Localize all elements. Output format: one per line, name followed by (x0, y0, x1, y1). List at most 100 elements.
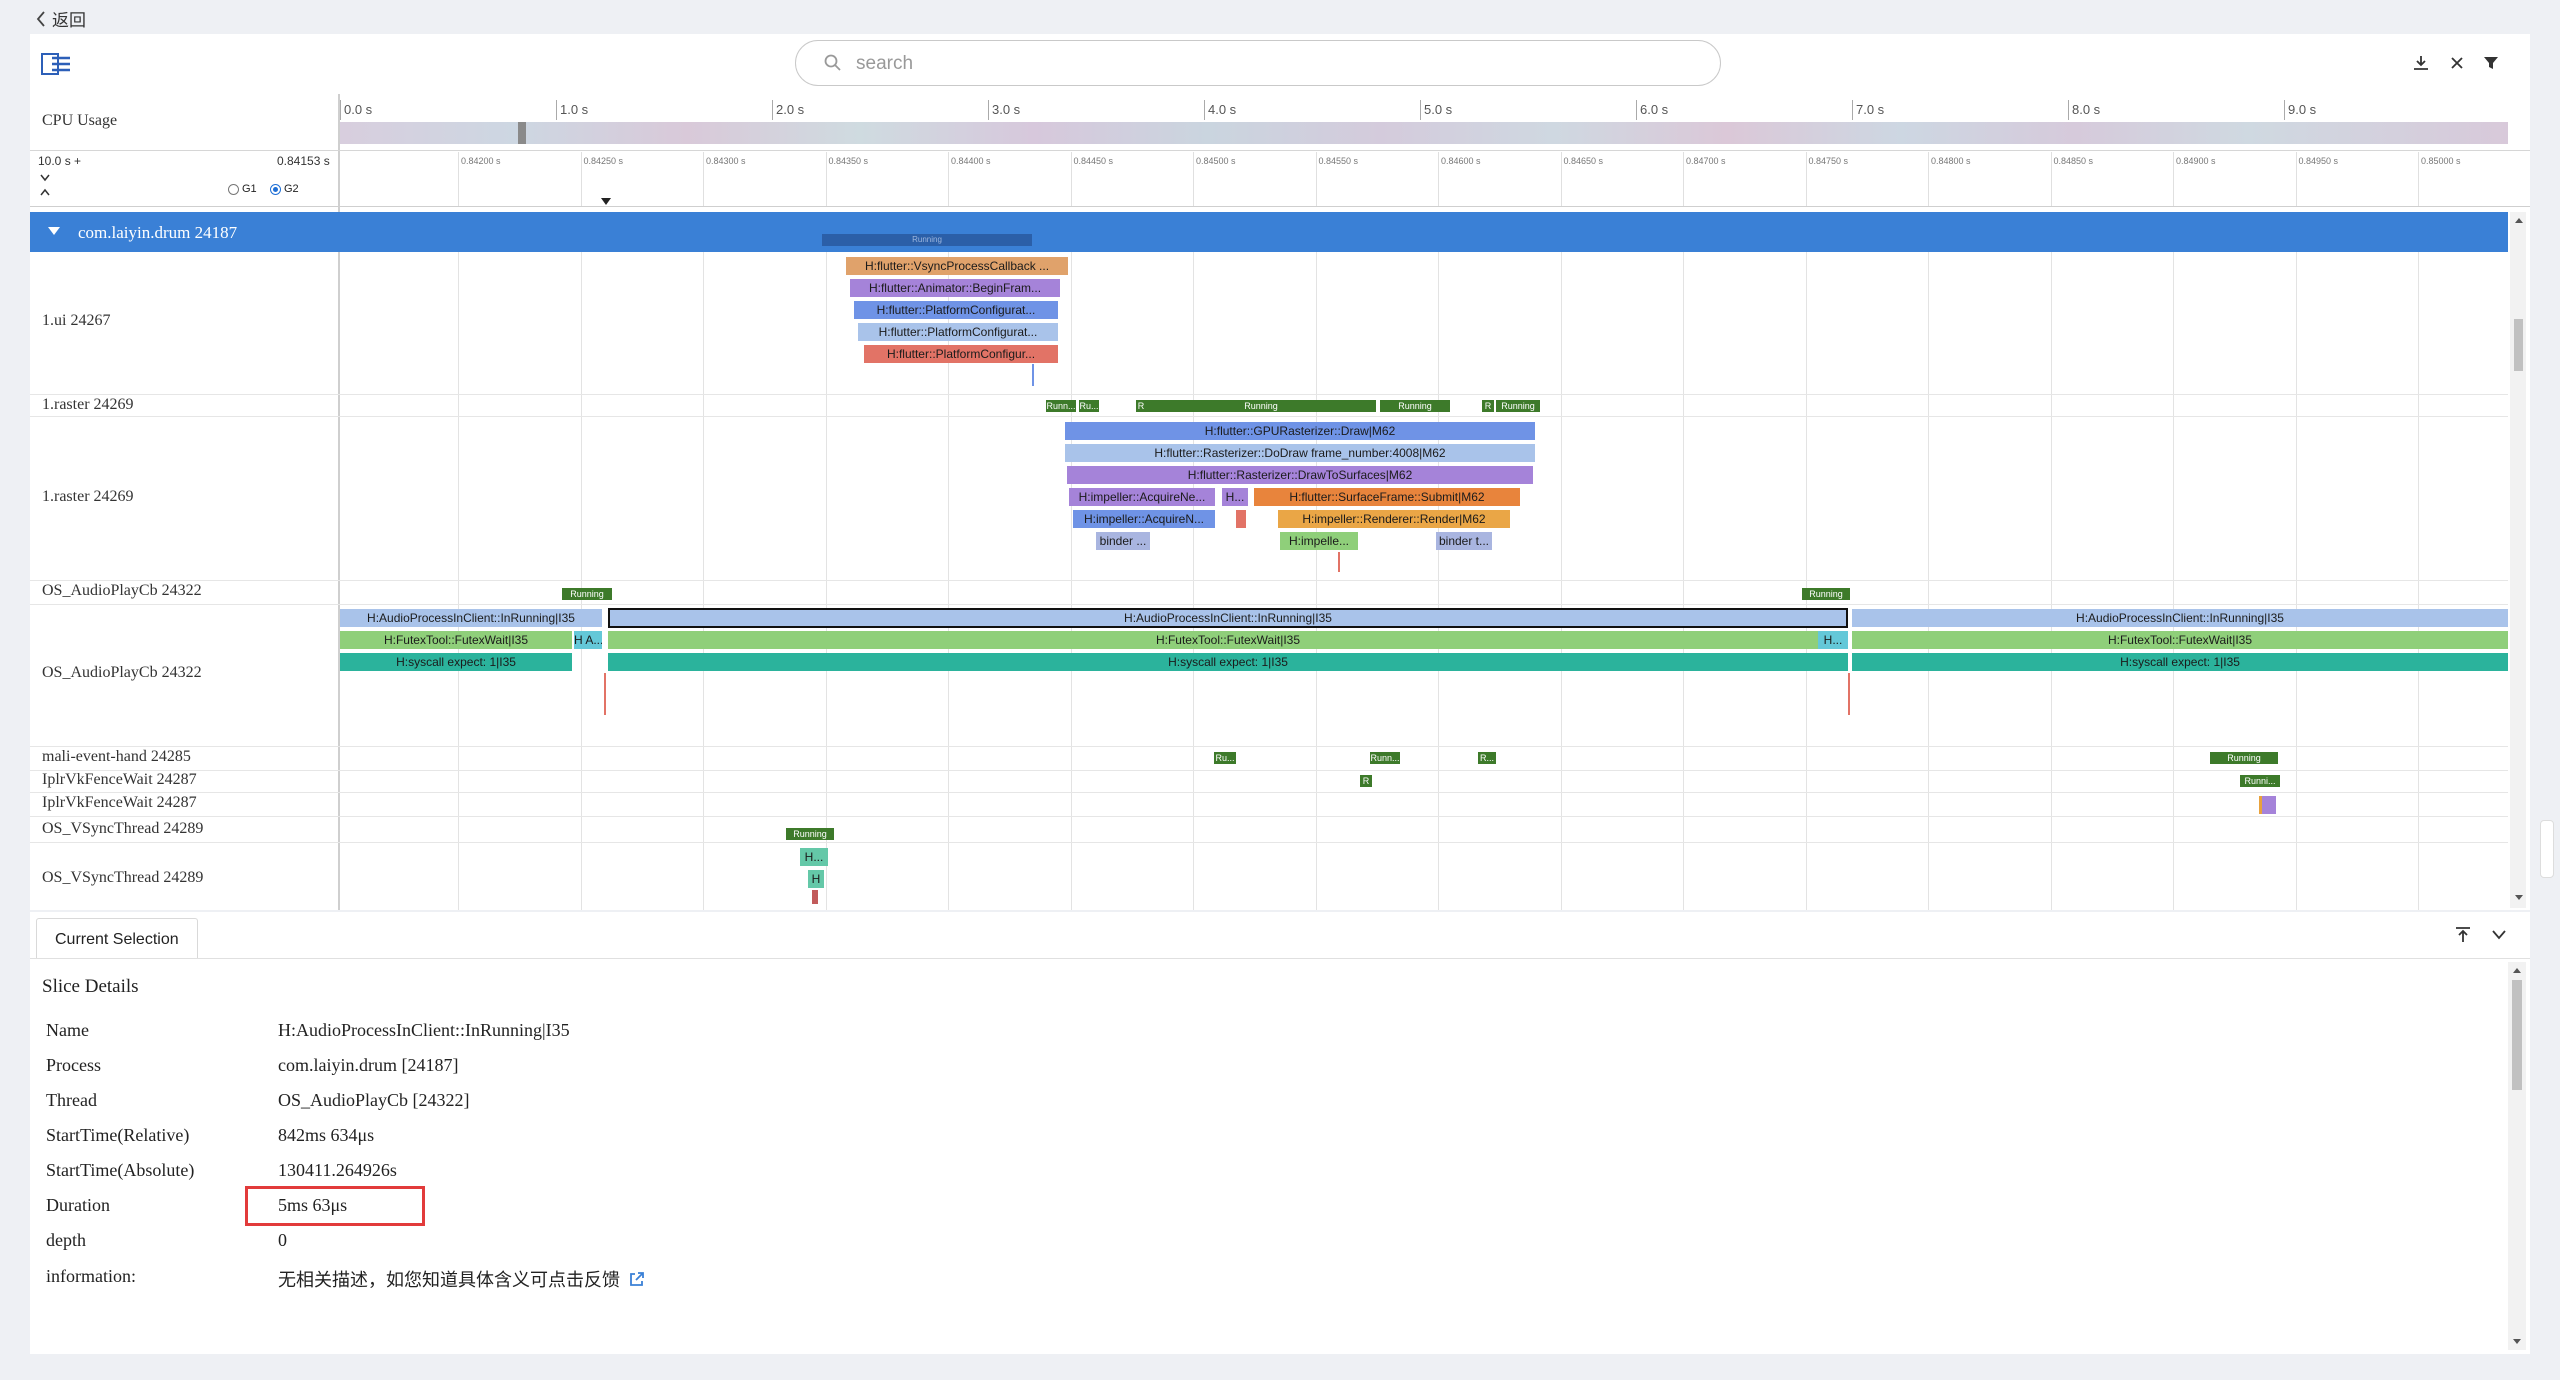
pin-top-icon[interactable] (2454, 926, 2472, 944)
chevron-down-icon[interactable] (2492, 930, 2506, 940)
trace-slice[interactable]: H:flutter::PlatformConfigur... (864, 345, 1058, 363)
trace-slice[interactable]: H:flutter::Rasterizer::DoDraw frame_numb… (1065, 444, 1535, 462)
cpu-usage-label: CPU Usage (42, 112, 118, 129)
thread-label-raster-a[interactable]: 1.raster 24269 (42, 396, 134, 414)
state-running[interactable]: R (1482, 400, 1494, 412)
trace-slice[interactable]: H:AudioProcessInClient::InRunning|I35 (340, 609, 602, 627)
field-key: information: (46, 1266, 136, 1286)
trace-slice[interactable]: H:flutter::VsyncProcessCallback ... (846, 257, 1068, 275)
grid-line (703, 252, 704, 910)
trace-slice[interactable]: H:flutter::SurfaceFrame::Submit|M62 (1254, 488, 1520, 506)
side-handle[interactable] (2540, 820, 2554, 878)
trace-slice[interactable]: H:flutter::Rasterizer::DrawToSurfaces|M6… (1067, 466, 1533, 484)
scroll-down-icon[interactable] (2512, 1338, 2522, 1346)
trace-slice[interactable]: H:syscall expect: 1|I35 (1852, 653, 2508, 671)
trace-slice[interactable]: H:syscall expect: 1|I35 (340, 653, 572, 671)
thread-label-audio-a[interactable]: OS_AudioPlayCb 24322 (42, 582, 202, 600)
ruler-tick-label: 3.0 s (992, 102, 1021, 117)
row-divider (30, 792, 2508, 793)
detail-scroll-thumb[interactable] (2512, 980, 2522, 1090)
micro-tick-line (948, 152, 949, 206)
state-running[interactable]: Running (1146, 400, 1376, 412)
trace-slice[interactable] (1236, 510, 1246, 528)
filter-icon[interactable] (2482, 54, 2500, 72)
state-running[interactable]: Running (786, 828, 834, 840)
grid-line (1193, 252, 1194, 910)
thread-label-ui[interactable]: 1.ui 24267 (42, 312, 110, 330)
state-running[interactable]: Ru... (1079, 400, 1099, 412)
state-running[interactable]: R... (1478, 752, 1496, 764)
trace-slice[interactable]: H:FutexTool::FutexWait|I35 (608, 631, 1848, 649)
tab-current-selection[interactable]: Current Selection (36, 918, 198, 959)
state-running[interactable]: Running (1380, 400, 1450, 412)
menu-toggle-icon[interactable] (40, 52, 74, 78)
search-input[interactable]: search (795, 40, 1721, 86)
thread-label-fence-b[interactable]: IplrVkFenceWait 24287 (42, 794, 197, 812)
thread-label-vsync-b[interactable]: OS_VSyncThread 24289 (42, 869, 203, 887)
g1-radio[interactable]: G1 (228, 183, 257, 195)
state-running[interactable]: R (1136, 400, 1146, 412)
back-button[interactable]: 返回 (36, 6, 86, 31)
chevron-up-icon[interactable] (40, 188, 50, 196)
collapse-triangle-icon[interactable] (48, 227, 60, 237)
state-running[interactable]: Runn... (1046, 400, 1076, 412)
trace-slice[interactable]: H... (1818, 631, 1848, 649)
trace-slice[interactable]: H (808, 870, 824, 888)
trace-slice[interactable]: binder ... (1096, 532, 1150, 550)
scroll-down-icon[interactable] (2514, 894, 2524, 902)
trace-slice[interactable]: H:impelle... (1280, 532, 1358, 550)
state-running[interactable]: Ru... (1214, 752, 1236, 764)
process-slice[interactable]: Running (822, 234, 1032, 246)
trace-slice[interactable]: H A... (574, 631, 602, 649)
state-running[interactable]: Running (2210, 752, 2278, 764)
trace-slice[interactable]: H:syscall expect: 1|I35 (608, 653, 1848, 671)
g2-radio[interactable]: G2 (270, 183, 299, 195)
thread-label-vsync-a[interactable]: OS_VSyncThread 24289 (42, 820, 203, 838)
divider (30, 150, 2530, 151)
state-running[interactable]: Runn... (1370, 752, 1400, 764)
timeline-scroll-thumb[interactable] (2514, 319, 2523, 371)
chevron-down-icon[interactable] (40, 174, 50, 182)
trace-slice[interactable]: H:FutexTool::FutexWait|I35 (1852, 631, 2508, 649)
field-key: Process (46, 1055, 101, 1075)
trace-slice[interactable]: H:impeller::AcquireNe... (1069, 488, 1215, 506)
trace-slice[interactable]: H:flutter::PlatformConfigurat... (858, 323, 1058, 341)
close-icon[interactable] (2448, 54, 2466, 72)
trace-slice[interactable]: H:impeller::Renderer::Render|M62 (1278, 510, 1510, 528)
state-running[interactable]: R (1360, 775, 1372, 787)
scroll-up-icon[interactable] (2514, 216, 2524, 224)
state-running[interactable]: Running (1802, 588, 1850, 600)
trace-slice[interactable] (2262, 796, 2276, 814)
trace-slice[interactable]: H:flutter::PlatformConfigurat... (854, 301, 1058, 319)
micro-tick-label: 0.84300 s (706, 156, 746, 166)
trace-slice[interactable]: H:AudioProcessInClient::InRunning|I35 (1852, 609, 2508, 627)
download-icon[interactable] (2412, 54, 2430, 72)
trace-slice[interactable]: H:flutter::GPURasterizer::Draw|M62 (1065, 422, 1535, 440)
external-link-icon[interactable] (628, 1270, 646, 1288)
thread-label-raster-b[interactable]: 1.raster 24269 (42, 488, 134, 506)
grid-line (1928, 252, 1929, 910)
scroll-up-icon[interactable] (2512, 966, 2522, 974)
thread-label-fence-a[interactable]: IplrVkFenceWait 24287 (42, 771, 197, 789)
trace-slice[interactable]: binder t... (1436, 532, 1492, 550)
state-running[interactable]: Running (1496, 400, 1540, 412)
thread-label-audio-b[interactable]: OS_AudioPlayCb 24322 (42, 664, 202, 682)
cpu-usage-marker (518, 122, 526, 144)
state-running[interactable]: Running (562, 588, 612, 600)
thread-label-mali[interactable]: mali-event-hand 24285 (42, 748, 191, 766)
micro-tick-line (1683, 152, 1684, 206)
selected-trace-slice[interactable]: H:AudioProcessInClient::InRunning|I35 (608, 608, 1848, 628)
process-header[interactable] (30, 212, 2508, 252)
timeline-scrollbar[interactable] (2510, 212, 2526, 908)
cpu-usage-heatmap[interactable] (340, 122, 2508, 144)
trace-slice[interactable]: H:FutexTool::FutexWait|I35 (340, 631, 572, 649)
trace-slice[interactable]: H... (800, 848, 828, 866)
trace-slice[interactable]: H... (1222, 488, 1248, 506)
playhead-marker-icon[interactable] (601, 198, 611, 206)
trace-slice[interactable]: H:impeller::AcquireN... (1073, 510, 1215, 528)
trace-slice[interactable]: H:flutter::Animator::BeginFram... (850, 279, 1060, 297)
state-running[interactable]: Runni... (2240, 775, 2280, 787)
ruler-tick-label: 1.0 s (560, 102, 589, 117)
grid-line (458, 252, 459, 910)
trace-slice[interactable] (2259, 796, 2262, 814)
